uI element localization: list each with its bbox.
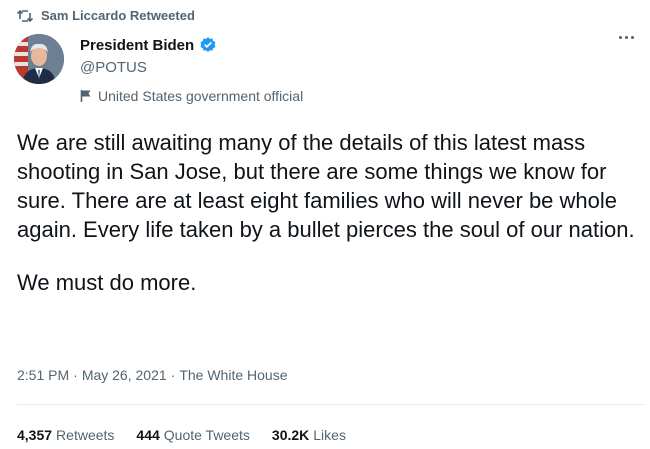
government-label[interactable]: United States government official bbox=[80, 88, 303, 104]
quote-tweets-label: Quote Tweets bbox=[163, 427, 250, 443]
tweet-paragraph: We must do more. bbox=[17, 270, 197, 295]
tweet-source[interactable]: The White House bbox=[179, 367, 287, 383]
tweet-time[interactable]: 2:51 PM bbox=[17, 367, 69, 383]
retweets-stat[interactable]: 4,357 Retweets bbox=[17, 427, 114, 443]
more-icon-dot bbox=[625, 36, 628, 39]
display-name[interactable]: President Biden bbox=[80, 37, 194, 54]
user-handle[interactable]: @POTUS bbox=[80, 59, 217, 76]
likes-label: Likes bbox=[313, 427, 346, 443]
retweet-context-text: Sam Liccardo Retweeted bbox=[41, 8, 195, 23]
retweets-count: 4,357 bbox=[17, 427, 53, 443]
divider bbox=[17, 404, 644, 405]
profile-photo bbox=[14, 34, 64, 84]
likes-count: 30.2K bbox=[271, 427, 310, 443]
more-icon-dot bbox=[631, 36, 634, 39]
retweets-label: Retweets bbox=[56, 427, 115, 443]
tweet-text: We are still awaiting many of the detail… bbox=[17, 128, 637, 297]
tweet-metadata: 2:51 PM · May 26, 2021 · The White House bbox=[17, 367, 288, 383]
quote-tweets-count: 444 bbox=[136, 427, 160, 443]
author-block[interactable]: President Biden @POTUS bbox=[80, 36, 217, 76]
verified-badge-icon bbox=[200, 37, 216, 52]
flag-icon bbox=[80, 90, 91, 102]
more-options-button[interactable] bbox=[619, 36, 634, 39]
retweet-icon bbox=[17, 9, 33, 22]
engagement-stats: 4,357 Retweets 444 Quote Tweets 30.2K Li… bbox=[17, 427, 346, 443]
more-icon bbox=[619, 36, 622, 39]
tweet-date[interactable]: May 26, 2021 bbox=[82, 367, 167, 383]
meta-separator: · bbox=[73, 367, 78, 383]
tweet-paragraph: We are still awaiting many of the detail… bbox=[17, 130, 635, 242]
quote-tweets-stat[interactable]: 444 Quote Tweets bbox=[136, 427, 250, 443]
government-label-text: United States government official bbox=[98, 88, 304, 104]
meta-separator: · bbox=[170, 367, 176, 383]
retweet-context[interactable]: Sam Liccardo Retweeted bbox=[17, 8, 195, 23]
likes-stat[interactable]: 30.2K Likes bbox=[272, 427, 346, 443]
avatar[interactable] bbox=[14, 34, 64, 84]
